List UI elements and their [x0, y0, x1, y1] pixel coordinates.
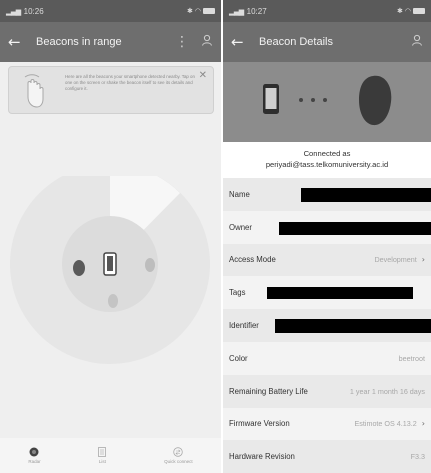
detail-label: Remaining Battery Life	[229, 386, 308, 396]
detail-row-access-mode[interactable]: Access Mode Development ›	[223, 243, 431, 277]
detail-label: Hardware Revision	[229, 452, 295, 462]
detail-row-identifier[interactable]: Identifier	[223, 309, 431, 342]
detail-row-battery[interactable]: Remaining Battery Life 1 year 1 month 16…	[223, 374, 431, 408]
app-bar: ← Beacon Details	[223, 22, 431, 62]
detail-row-color[interactable]: Color beetroot	[223, 341, 431, 375]
beacons-in-range-screen: ▂▄▆ 10:26 ✱ ◠ ← Beacons in range ⋮ Here ar…	[0, 0, 221, 473]
back-arrow-icon[interactable]: ←	[8, 33, 30, 51]
connected-account-email: periyadi@tass.telkomuniversity.ac.id	[265, 160, 389, 169]
chevron-right-icon: ›	[421, 255, 425, 265]
detail-label: Access Mode	[229, 255, 276, 265]
detail-row-tags[interactable]: Tags	[223, 276, 431, 310]
detail-label: Firmware Version	[229, 419, 290, 429]
detail-label: Name	[229, 189, 250, 199]
connected-as: Connected as periyadi@tass.telkomunivers…	[223, 142, 431, 178]
detail-value: 1 year 1 month 16 days	[349, 386, 425, 396]
close-icon[interactable]: ✕	[199, 70, 207, 81]
detail-row-owner[interactable]: Owner	[223, 210, 431, 244]
detail-value: Estimote OS 4.13.2	[354, 419, 417, 429]
radar-icon	[29, 447, 39, 457]
bluetooth-icon: ✱	[187, 7, 193, 15]
nav-list[interactable]: List	[97, 447, 107, 464]
detail-value: Development	[374, 255, 417, 265]
bluetooth-icon: ✱	[397, 7, 403, 15]
back-arrow-icon[interactable]: ←	[231, 33, 253, 51]
nav-label: Radar	[28, 459, 41, 464]
nav-quick-connect[interactable]: Quick connect	[164, 447, 193, 464]
detail-label: Identifier	[229, 321, 259, 331]
detail-row-name[interactable]: Name	[223, 178, 431, 211]
hand-shake-icon	[24, 74, 44, 108]
detail-row-firmware[interactable]: Firmware Version Estimote OS 4.13.2 ›	[223, 407, 431, 441]
detail-label: Tags	[229, 288, 246, 298]
page-title: Beacons in range	[36, 36, 122, 48]
connection-dot	[299, 98, 303, 102]
signal-icon: ▂▄▆	[229, 7, 244, 16]
status-bar: ▂▄▆ 10:26 ✱ ◠	[0, 0, 221, 22]
connection-dot	[323, 98, 327, 102]
battery-icon	[203, 8, 215, 14]
beacon-details-list: Name Owner Access Mode Development › Tag…	[223, 178, 431, 473]
list-icon	[98, 447, 107, 457]
bottom-navigation: Radar List Quick connect	[0, 438, 221, 473]
redaction-bar	[267, 287, 413, 300]
more-vert-icon[interactable]: ⋮	[175, 34, 189, 50]
app-bar: ← Beacons in range ⋮	[0, 22, 221, 62]
account-icon[interactable]	[201, 34, 213, 50]
beacon-details-screen: ▂▄▆ 10:27 ✱ ◠ ← Beacon Details Connected a…	[223, 0, 431, 473]
page-title: Beacon Details	[259, 36, 333, 48]
status-bar: ▂▄▆ 10:27 ✱ ◠	[223, 0, 431, 22]
beacon-radar	[10, 176, 210, 364]
tip-card: Here are all the beacons your smartphone…	[8, 66, 214, 114]
beacon-icon	[108, 294, 118, 308]
tip-text: Here are all the beacons your smartphone…	[65, 74, 195, 91]
signal-icon: ▂▄▆	[6, 7, 21, 16]
status-time: 10:27	[246, 6, 267, 16]
beacon-icon	[145, 258, 155, 272]
status-time: 10:26	[23, 6, 44, 16]
detail-value: F3.3	[410, 452, 425, 462]
nav-label: Quick connect	[164, 459, 193, 464]
redaction-bar	[279, 221, 431, 235]
beacon-icon	[359, 75, 392, 126]
connection-dot	[311, 98, 315, 102]
detail-label: Owner	[229, 222, 252, 232]
nav-radar[interactable]: Radar	[28, 447, 41, 464]
chevron-right-icon: ›	[421, 419, 425, 429]
battery-icon	[413, 8, 425, 14]
beacon-icon	[73, 260, 85, 276]
wifi-icon: ◠	[194, 7, 201, 15]
detail-value: beetroot	[398, 353, 425, 363]
account-icon[interactable]	[411, 34, 423, 50]
wifi-icon: ◠	[404, 7, 411, 15]
detail-row-hardware[interactable]: Hardware Revision F3.3	[223, 440, 431, 473]
nav-label: List	[98, 459, 106, 464]
detail-label: Color	[229, 353, 248, 363]
connection-illustration	[223, 62, 431, 142]
connected-as-label: Connected as	[303, 149, 351, 158]
redaction-bar	[275, 319, 431, 334]
quick-connect-icon	[173, 447, 184, 457]
redaction-bar	[301, 188, 431, 202]
